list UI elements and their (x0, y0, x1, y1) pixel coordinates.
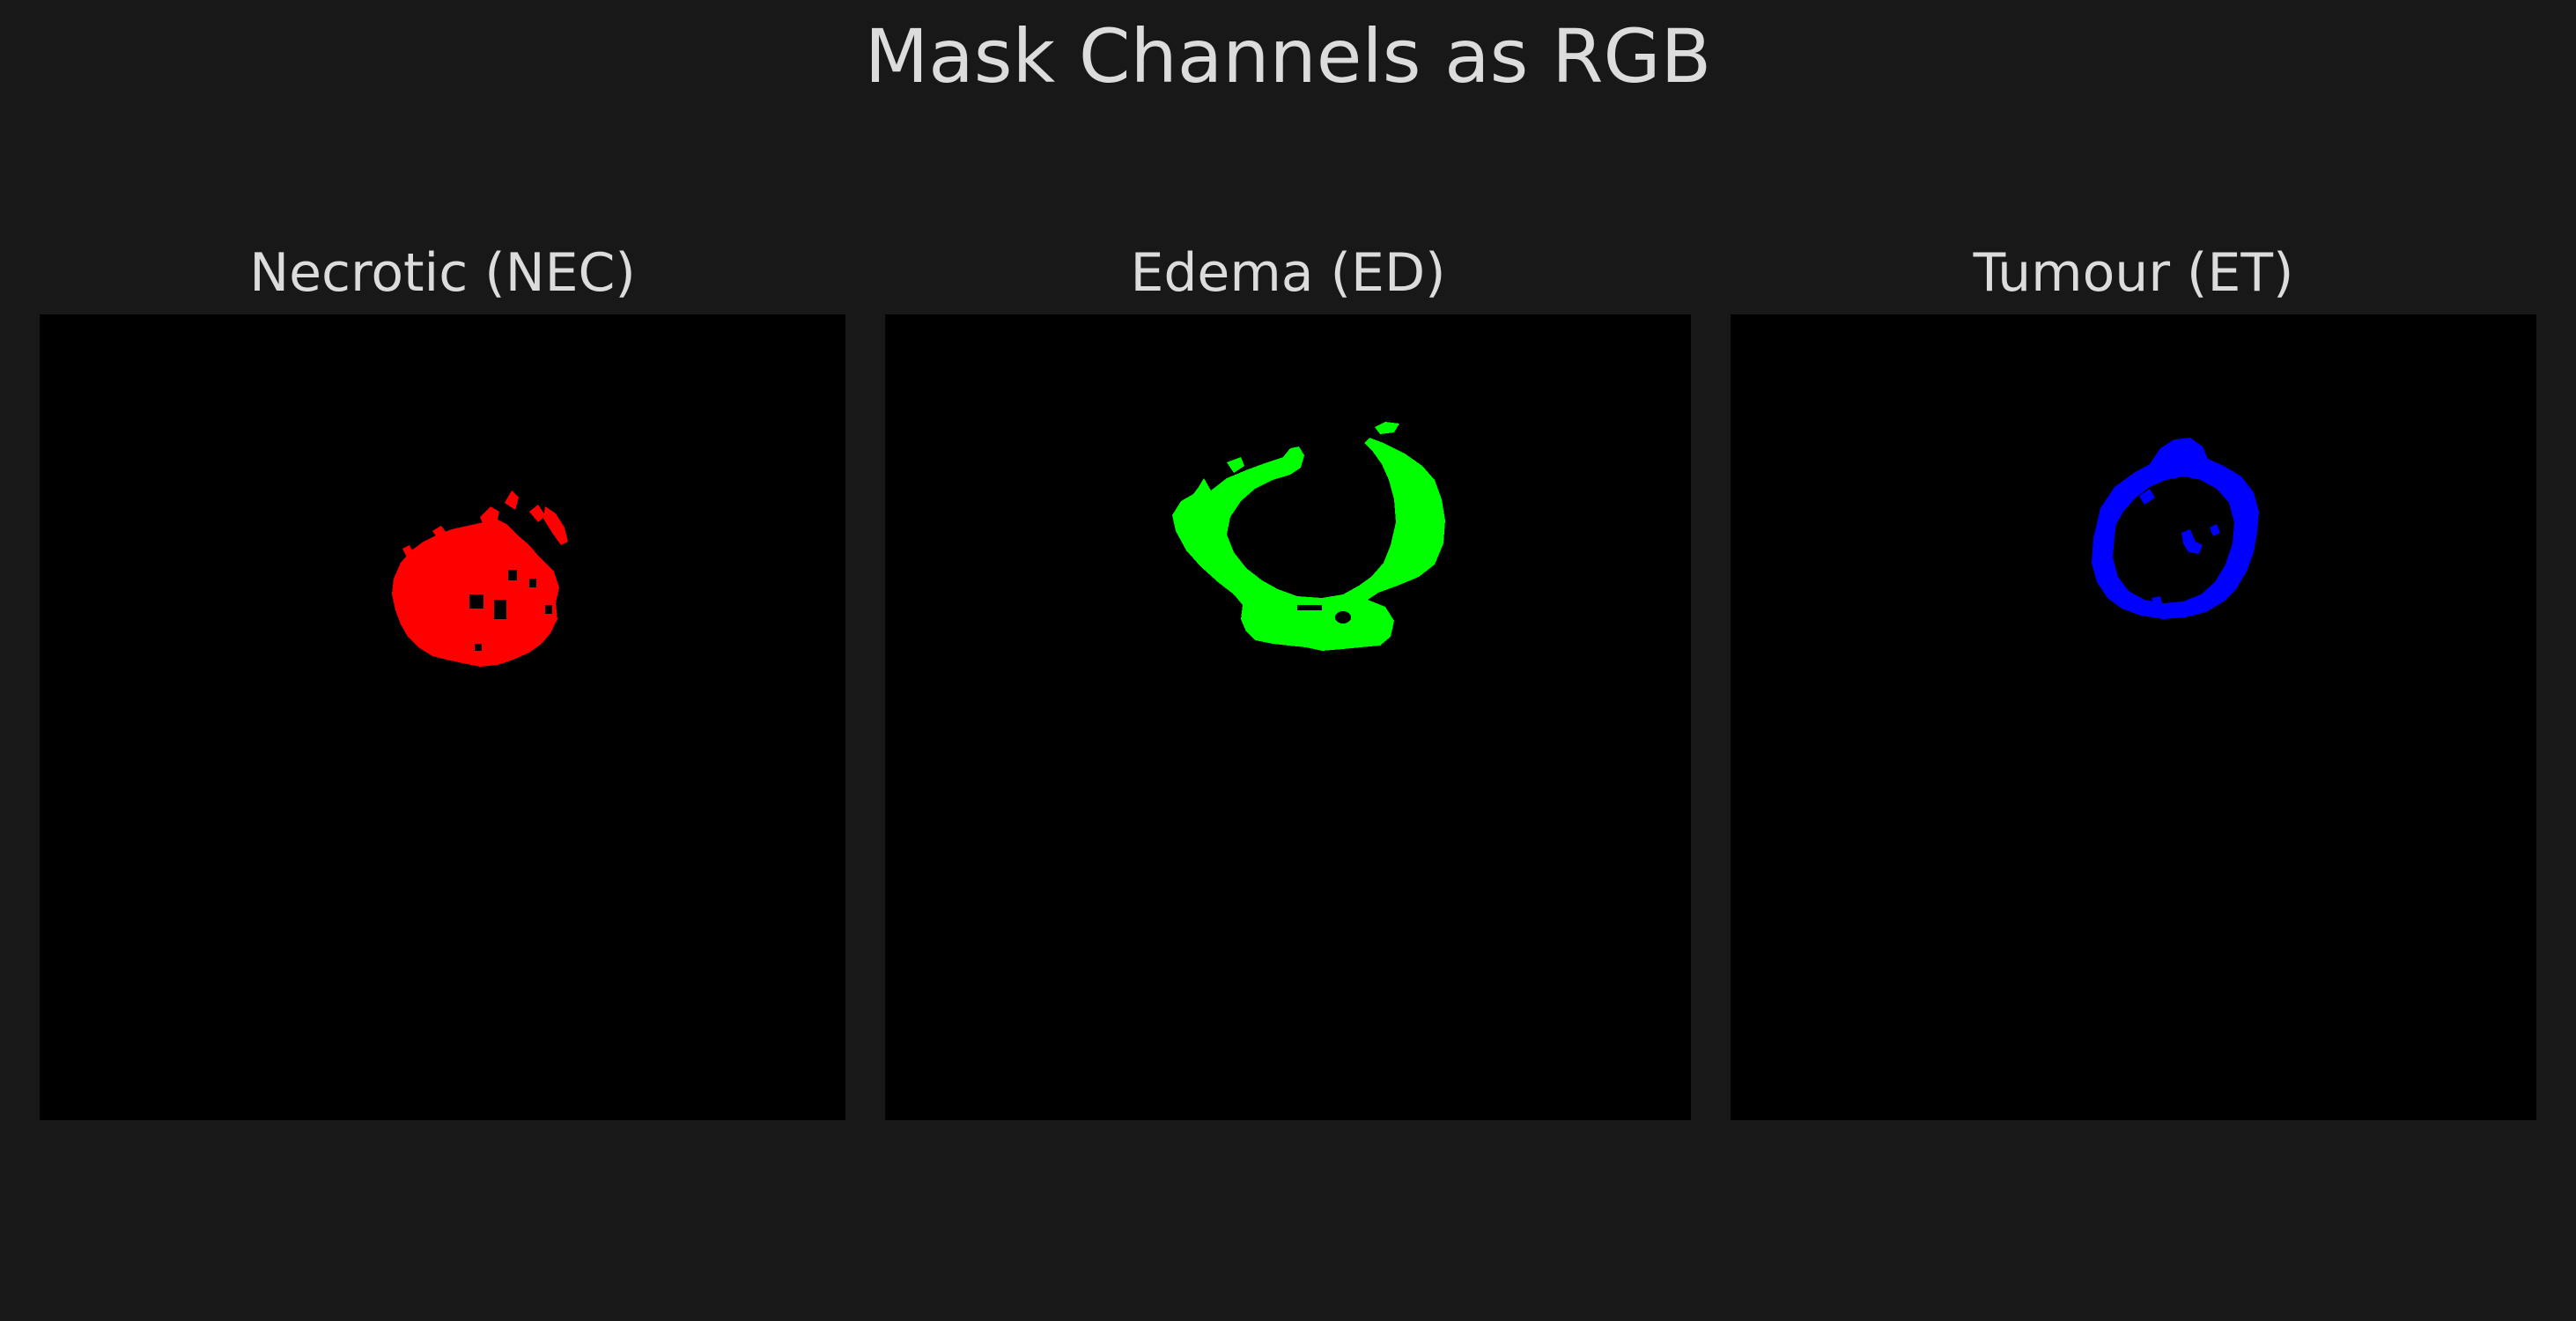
necrotic-hole (545, 605, 552, 614)
mask-panel-edema (885, 314, 1691, 1120)
necrotic-hole (469, 594, 483, 609)
edema-fragment (1375, 422, 1399, 434)
edema-ring (1172, 438, 1445, 651)
necrotic-mask-image (392, 491, 568, 667)
panel-title-edema: Edema (ED) (1130, 242, 1446, 304)
necrotic-hole (529, 579, 536, 587)
figure-title: Mask Channels as RGB (864, 13, 1712, 100)
tumour-fragment (2210, 524, 2220, 536)
necrotic-hole (508, 570, 517, 580)
tumour-mask-region (2092, 438, 2259, 619)
edema-fragment (1227, 457, 1244, 473)
necrotic-fragment (529, 505, 545, 522)
necrotic-fragment (543, 506, 568, 545)
mask-panel-tumour (1731, 314, 2536, 1120)
edema-mask-image (1172, 422, 1445, 651)
tumour-mask-image (2092, 438, 2259, 619)
necrotic-hole (475, 644, 482, 651)
necrotic-fragment (505, 491, 519, 510)
tumour-fragment (2181, 529, 2203, 554)
edema-hole (1297, 605, 1322, 610)
necrotic-hole (494, 600, 506, 619)
panel-title-necrotic: Necrotic (NEC) (249, 242, 636, 304)
tumour-enhancing-rim (2092, 438, 2259, 619)
necrotic-mask-region (392, 491, 568, 667)
edema-mask-region (1172, 422, 1445, 651)
mask-panel-necrotic (40, 314, 845, 1120)
panel-title-tumour: Tumour (ET) (1973, 242, 2294, 304)
edema-hole (1335, 611, 1351, 624)
